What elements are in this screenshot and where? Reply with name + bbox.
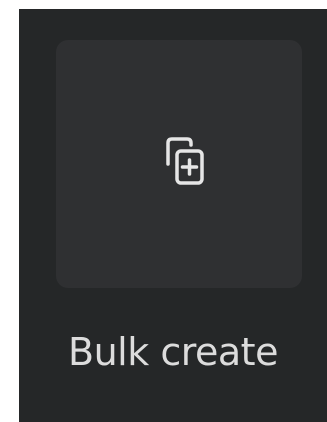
app-panel: Bulk create	[19, 9, 327, 422]
bulk-create-icon	[166, 137, 204, 185]
bulk-create-label: Bulk create	[68, 330, 278, 374]
bulk-create-button[interactable]	[56, 40, 302, 288]
